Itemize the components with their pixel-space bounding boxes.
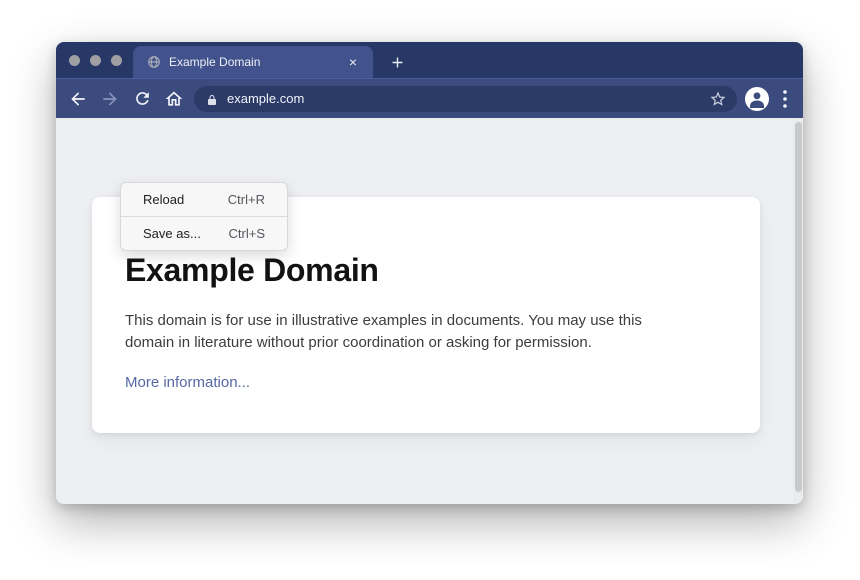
page-paragraph: This domain is for use in illustrative e… [125,310,720,354]
three-dots-icon [782,87,788,111]
page-title: Example Domain [125,252,720,289]
reload-button[interactable] [130,87,154,111]
arrow-right-icon [100,89,120,109]
lock-icon [206,93,218,105]
menu-item-label: Save as... [143,226,201,241]
new-tab-button[interactable] [386,51,408,73]
page-viewport: Example Domain This domain is for use in… [56,118,803,503]
tab-close-icon[interactable]: × [345,54,361,70]
menu-item-shortcut: Ctrl+R [228,192,265,207]
menu-item-label: Reload [143,192,184,207]
address-bar[interactable]: example.com [194,86,737,112]
window-minimize-button[interactable] [90,55,101,66]
browser-window: Example Domain × [56,42,803,504]
scrollbar-thumb[interactable] [795,122,802,492]
back-button[interactable] [66,87,90,111]
window-close-button[interactable] [69,55,80,66]
person-icon [745,87,769,111]
profile-avatar[interactable] [745,87,769,111]
bookmark-star-icon[interactable] [709,90,727,108]
globe-favicon-icon [147,55,161,69]
home-icon [164,89,184,109]
window-zoom-button[interactable] [111,55,122,66]
arrow-left-icon [68,89,88,109]
context-menu-item-reload[interactable]: Reload Ctrl+R [121,183,287,216]
tab-example-domain[interactable]: Example Domain × [133,46,373,78]
context-menu: Reload Ctrl+R Save as... Ctrl+S [120,182,288,251]
more-information-link[interactable]: More information... [125,374,250,391]
browser-toolbar: example.com [56,78,803,118]
url-text: example.com [227,91,709,106]
menu-item-shortcut: Ctrl+S [229,226,265,241]
tab-strip: Example Domain × [56,42,803,78]
reload-icon [133,89,152,108]
scrollbar-track [793,118,803,503]
context-menu-item-save-as[interactable]: Save as... Ctrl+S [121,217,287,250]
plus-icon [389,54,406,71]
window-controls [69,55,122,66]
home-button[interactable] [162,87,186,111]
browser-menu-button[interactable] [777,87,793,111]
forward-button[interactable] [98,87,122,111]
tab-title: Example Domain [169,55,345,69]
